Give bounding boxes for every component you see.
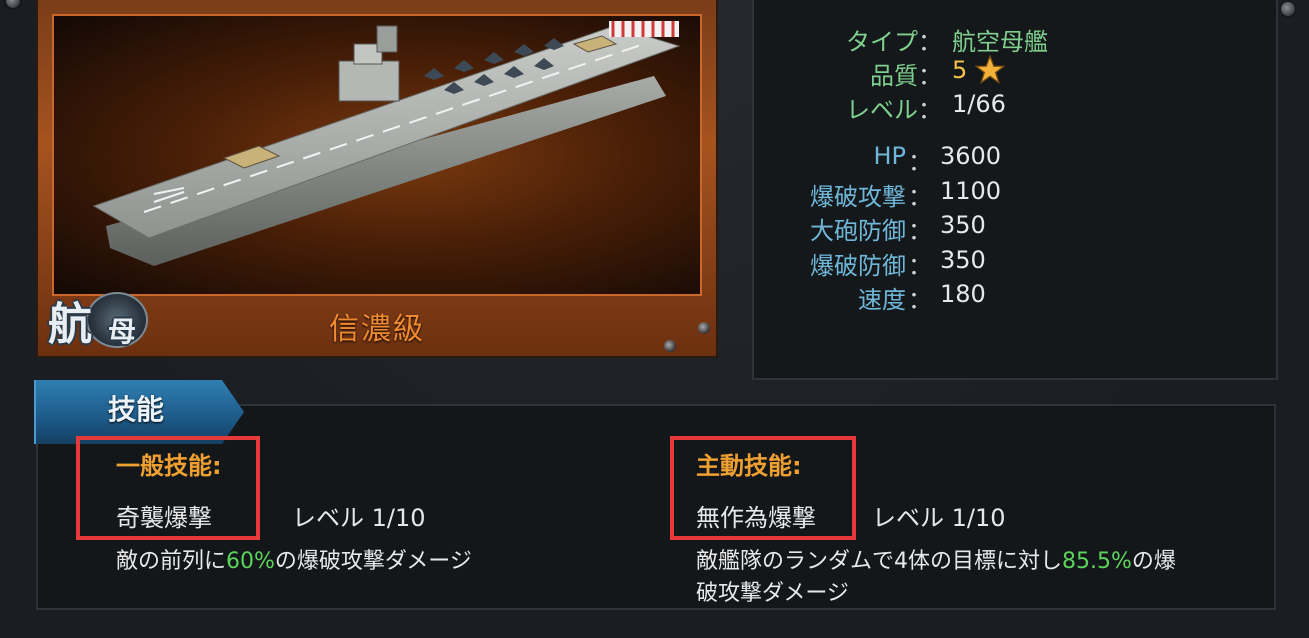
stat-value: 180 <box>940 280 986 308</box>
general-skill-level: レベル 1/10 <box>292 504 426 532</box>
ship-frame: 航 母 信濃級 <box>36 0 718 358</box>
stat-label: 大砲防御 <box>810 217 906 245</box>
ship-image-area <box>52 14 702 296</box>
level-label: レベル <box>846 96 918 124</box>
separator: ： <box>918 96 942 124</box>
general-skill-description: 敵の前列に60%の爆破攻撃ダメージ <box>116 546 472 578</box>
screw-icon <box>698 322 710 334</box>
stat-value: 350 <box>940 211 986 239</box>
separator: ： <box>908 217 932 245</box>
level-value: 1/66 <box>952 90 1006 118</box>
active-skill-heading: 主動技能: <box>696 452 802 480</box>
stat-label: 爆破攻撃 <box>810 183 906 211</box>
stat-value: 1100 <box>940 177 1002 205</box>
active-skill-description: 敵艦隊のランダムで4体の目標に対し85.5%の爆 破攻撃ダメージ <box>696 546 1266 610</box>
stat-label: 速度 <box>858 286 906 314</box>
quality-value: 5 <box>952 56 968 84</box>
type-label: タイプ <box>846 28 918 56</box>
separator: ： <box>918 62 942 90</box>
desc-text: 敵の前列に <box>116 549 227 574</box>
type-value: 航空母艦 <box>952 28 1048 56</box>
desc-percent: 85.5% <box>1062 549 1132 574</box>
aircraft-carrier-image <box>92 21 681 266</box>
desc-percent: 60% <box>226 549 275 574</box>
general-skill-name[interactable]: 奇襲爆撃 <box>116 498 212 533</box>
screw-icon <box>664 340 676 352</box>
ship-class-name: 信濃級 <box>329 312 425 347</box>
separator: ： <box>918 28 942 56</box>
active-skill-level: レベル 1/10 <box>872 504 1006 532</box>
separator: ： <box>908 286 932 314</box>
stat-value: 350 <box>940 246 986 274</box>
desc-line-1: 敵艦隊のランダムで4体の目標に対し85.5%の爆 <box>696 546 1266 578</box>
separator: ： <box>908 148 932 176</box>
desc-text: 敵艦隊のランダムで4体の目標に対し <box>696 549 1062 574</box>
corner-rivet-right <box>1281 2 1295 16</box>
stat-value: 3600 <box>940 142 1002 170</box>
active-skill-name[interactable]: 無作為爆撃 <box>696 498 816 533</box>
tab-skills-label: 技能 <box>108 393 165 426</box>
separator: ： <box>908 183 932 211</box>
desc-text: の爆 <box>1131 549 1176 574</box>
desc-line-2: 破攻撃ダメージ <box>696 581 849 606</box>
desc-text: の爆破攻撃ダメージ <box>274 549 472 574</box>
stat-label: 爆破防御 <box>810 252 906 280</box>
star-icon <box>975 55 1005 85</box>
general-skill-heading: 一般技能: <box>116 452 222 480</box>
quality-label: 品質 <box>870 62 918 90</box>
separator: ： <box>908 252 932 280</box>
stat-label: HP <box>873 142 906 170</box>
